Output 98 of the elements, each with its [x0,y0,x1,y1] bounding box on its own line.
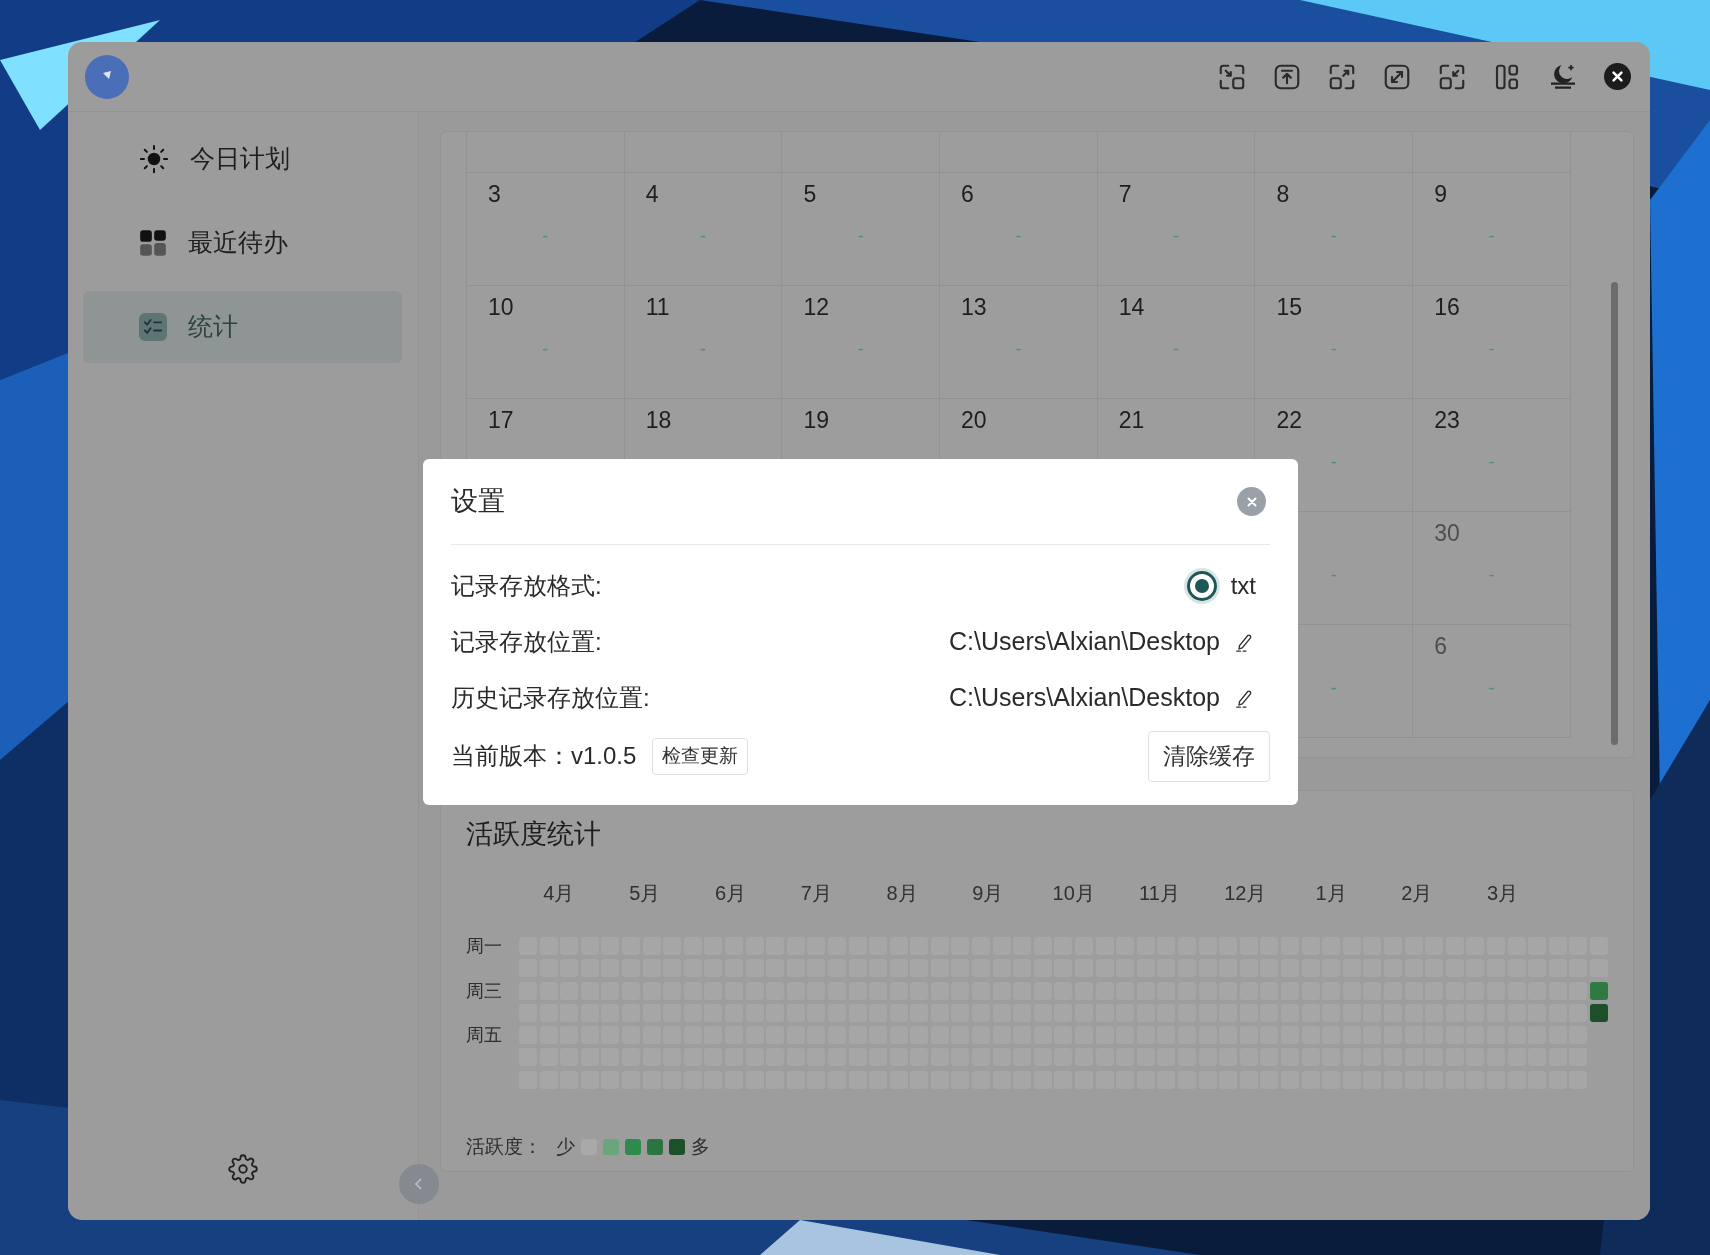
dash-mark: - [1173,340,1180,358]
day-number: 16 [1433,293,1460,321]
day-number: 11 [644,293,670,321]
dash-mark: - [857,340,864,358]
day-number: 22 [1275,406,1303,434]
day-number: 8 [1275,180,1290,208]
setting-label: 历史记录存放位置: [451,683,650,713]
scrollbar[interactable] [1610,282,1618,745]
day-number: 20 [960,406,987,434]
calendar-cell[interactable]: 7 - [1097,173,1256,286]
dash-mark: - [1330,679,1337,697]
month-label: 2月 [1400,881,1434,905]
dash-mark: - [700,340,707,358]
day-number: 7 [1117,180,1132,208]
calendar-cell[interactable]: 11 - [624,286,783,399]
radio-button[interactable] [1186,571,1217,601]
legend-label: 活跃度： [466,1134,542,1159]
calendar-cell[interactable]: 4 - [624,173,783,286]
path-value: C:\Users\Alxian\Desktop [949,682,1220,714]
weekday-label: 周五 [466,1026,503,1045]
day-number: 5 [802,180,817,208]
calendar-cell[interactable]: 12 - [782,286,941,399]
calendar-cell[interactable]: 5 - [782,173,941,286]
month-label: 9月 [971,881,1005,905]
legend-label: 多 [691,1134,710,1159]
month-label: 4月 [542,881,576,905]
day-number: 19 [802,406,829,434]
day-number: 6 [960,180,974,208]
dash-mark: - [1015,227,1022,245]
logo-icon [85,54,129,99]
grid-icon [139,229,167,257]
weekday-label: 周三 [466,981,503,1000]
check-update-button[interactable]: 检查更新 [652,738,749,775]
calendar-cell[interactable]: 15 - [1255,286,1414,399]
calendar-cell[interactable]: 16 - [1413,286,1571,399]
month-label: 12月 [1223,881,1268,905]
day-number: 6 [1433,632,1447,660]
day-number: 21 [1117,406,1145,434]
dash-mark: - [1488,566,1495,584]
version-text: 当前版本：v1.0.5 [451,741,637,772]
dash-mark: - [1330,453,1337,471]
day-number: 18 [644,406,672,434]
path-value: C:\Users\Alxian\Desktop [949,626,1220,658]
day-number: 17 [487,406,514,434]
sidebar-item[interactable]: 今日计划 [83,123,402,195]
dash-mark: - [1330,566,1337,584]
day-number: 3 [487,180,501,208]
settings-icon[interactable] [227,1154,258,1184]
calendar-cell[interactable]: 14 - [1097,286,1256,399]
section-title: 活跃度统计 [466,818,602,851]
calendar-cell[interactable]: 10 - [467,286,625,399]
calendar-cell[interactable]: 9 - [1413,173,1571,286]
day-number: 30 [1433,519,1460,547]
clear-cache-button[interactable]: 清除缓存 [1148,731,1270,782]
dash-mark: - [542,227,549,245]
dash-mark: - [1015,340,1022,358]
dash-mark: - [1488,679,1495,697]
month-label: 1月 [1314,881,1348,905]
calendar-cell[interactable]: 23 - [1413,399,1571,512]
day-number: 23 [1433,406,1460,434]
month-label: 6月 [713,881,748,905]
day-number: 13 [960,293,987,321]
sidebar-item[interactable]: 统计 [83,291,402,363]
radio-label: txt [1230,571,1256,601]
day-number: 12 [802,293,829,321]
day-number: 14 [1117,293,1145,321]
month-label: 5月 [628,881,662,905]
close-icon[interactable] [1604,63,1631,90]
day-number: 15 [1275,293,1303,321]
day-number: 4 [644,180,659,208]
sun-icon [139,144,169,174]
calendar-cell[interactable]: 3 - [467,173,625,286]
dash-mark: - [1173,227,1180,245]
month-label: 11月 [1138,881,1181,905]
day-number: 9 [1433,180,1447,208]
day-number: 10 [487,293,514,321]
setting-label: 记录存放格式: [451,571,602,601]
dash-mark: - [1488,340,1495,358]
dash-mark: - [700,227,707,245]
dash-mark: - [1330,227,1337,245]
month-label: 3月 [1486,881,1520,905]
dash-mark: - [1330,340,1337,358]
month-label: 7月 [799,881,833,905]
sidebar-item[interactable]: 最近待办 [83,207,402,279]
close-button[interactable] [1237,487,1266,516]
legend-label: 少 [556,1134,575,1159]
setting-label: 记录存放位置: [451,627,602,657]
dash-mark: - [857,227,864,245]
checklist-icon [139,313,167,341]
month-label: 10月 [1051,881,1096,905]
calendar-cell[interactable]: 6 - [940,173,1098,286]
dash-mark: - [1488,227,1495,245]
dash-mark: - [542,340,549,358]
calendar-cell[interactable]: 13 - [940,286,1098,399]
weekday-label: 周一 [466,937,503,955]
dash-mark: - [1488,453,1495,471]
month-label: 8月 [885,881,919,905]
calendar-cell[interactable]: 8 - [1255,173,1414,286]
